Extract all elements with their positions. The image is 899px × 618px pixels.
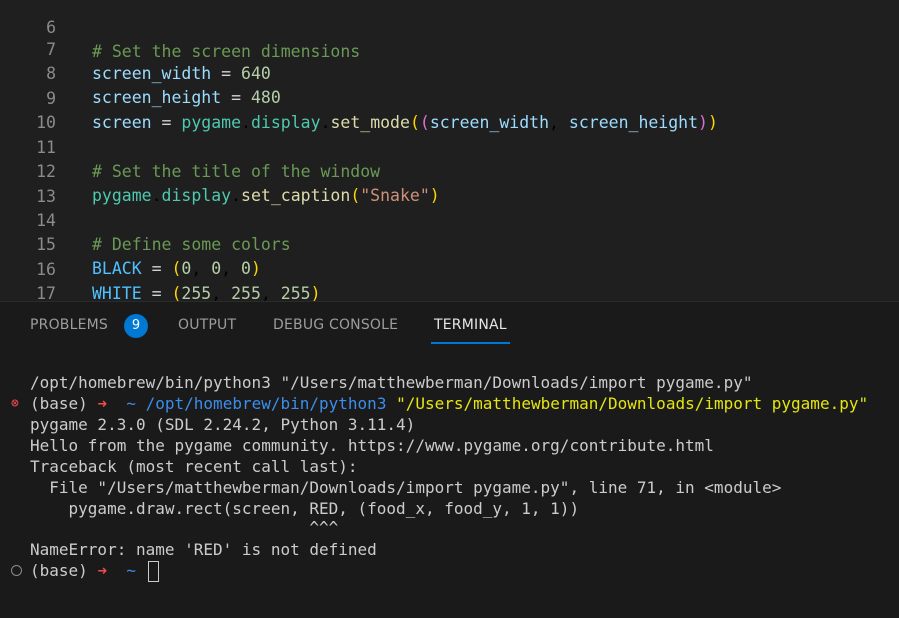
tab-problems[interactable]: PROBLEMS: [30, 317, 108, 333]
code-line: 14 # Define some colors: [0, 185, 899, 254]
prompt-circle-icon: [11, 565, 22, 576]
terminal-line: pygame 2.3.0 (SDL 2.24.2, Python 3.11.4): [30, 415, 416, 434]
code-line: 13: [0, 161, 899, 206]
bottom-panel: PROBLEMS 9 OUTPUT DEBUG CONSOLE TERMINAL…: [0, 301, 899, 618]
panel-tabs: PROBLEMS 9 OUTPUT DEBUG CONSOLE TERMINAL: [0, 302, 899, 348]
error-circle-icon: ⊗: [11, 396, 19, 411]
code-editor[interactable]: 6 # Set the screen dimensions 7 screen_w…: [0, 0, 899, 301]
terminal-cursor[interactable]: [147, 561, 159, 582]
problems-count-badge: 9: [124, 314, 148, 338]
terminal-line: Traceback (most recent call last):: [30, 457, 358, 476]
code-line: 12 pygame.display.set_caption("Snake"): [0, 136, 899, 205]
terminal-line: Hello from the pygame community. https:/…: [30, 436, 714, 455]
conda-env: (base): [30, 394, 88, 413]
terminal-prompt-line: (base) ➜ ~: [30, 560, 159, 582]
command-binary: /opt/homebrew/bin/python3: [145, 394, 387, 413]
prompt-directory: ~: [126, 394, 136, 413]
prompt-arrow-icon: ➜: [97, 561, 108, 580]
code-line: 11 # Set the title of the window: [0, 112, 899, 181]
command-argument: "/Users/matthewberman/Downloads/import p…: [396, 394, 869, 413]
conda-env: (base): [30, 561, 88, 580]
prompt-arrow-icon: ➜: [97, 394, 108, 413]
code-line: 9 screen = pygame.display.set_mode((scre…: [0, 63, 899, 132]
terminal-line: /opt/homebrew/bin/python3 "/Users/matthe…: [30, 373, 753, 392]
terminal-prompt-line: (base) ➜ ~ /opt/homebrew/bin/python3 "/U…: [30, 393, 868, 414]
code-line: 7 screen_width = 640: [0, 14, 899, 83]
terminal-line: ^^^: [30, 518, 339, 537]
terminal-line: NameError: name 'RED' is not defined: [30, 540, 377, 559]
code-line: 18: [0, 283, 899, 301]
code-line: 17 GREEN = (0, 255, 0): [0, 258, 899, 301]
tab-terminal[interactable]: TERMINAL: [431, 317, 510, 344]
code-line: 8 screen_height = 480: [0, 38, 899, 107]
code-line: 15 BLACK = (0, 0, 0): [0, 209, 899, 278]
tab-debug-console[interactable]: DEBUG CONSOLE: [273, 317, 398, 333]
tab-output[interactable]: OUTPUT: [178, 317, 236, 333]
prompt-directory: ~: [126, 561, 136, 580]
terminal-line: File "/Users/matthewberman/Downloads/imp…: [30, 478, 782, 497]
code-line: 10: [0, 87, 899, 132]
terminal-line: pygame.draw.rect(screen, RED, (food_x, f…: [30, 499, 580, 518]
code-line: 16 WHITE = (255, 255, 255): [0, 234, 899, 301]
